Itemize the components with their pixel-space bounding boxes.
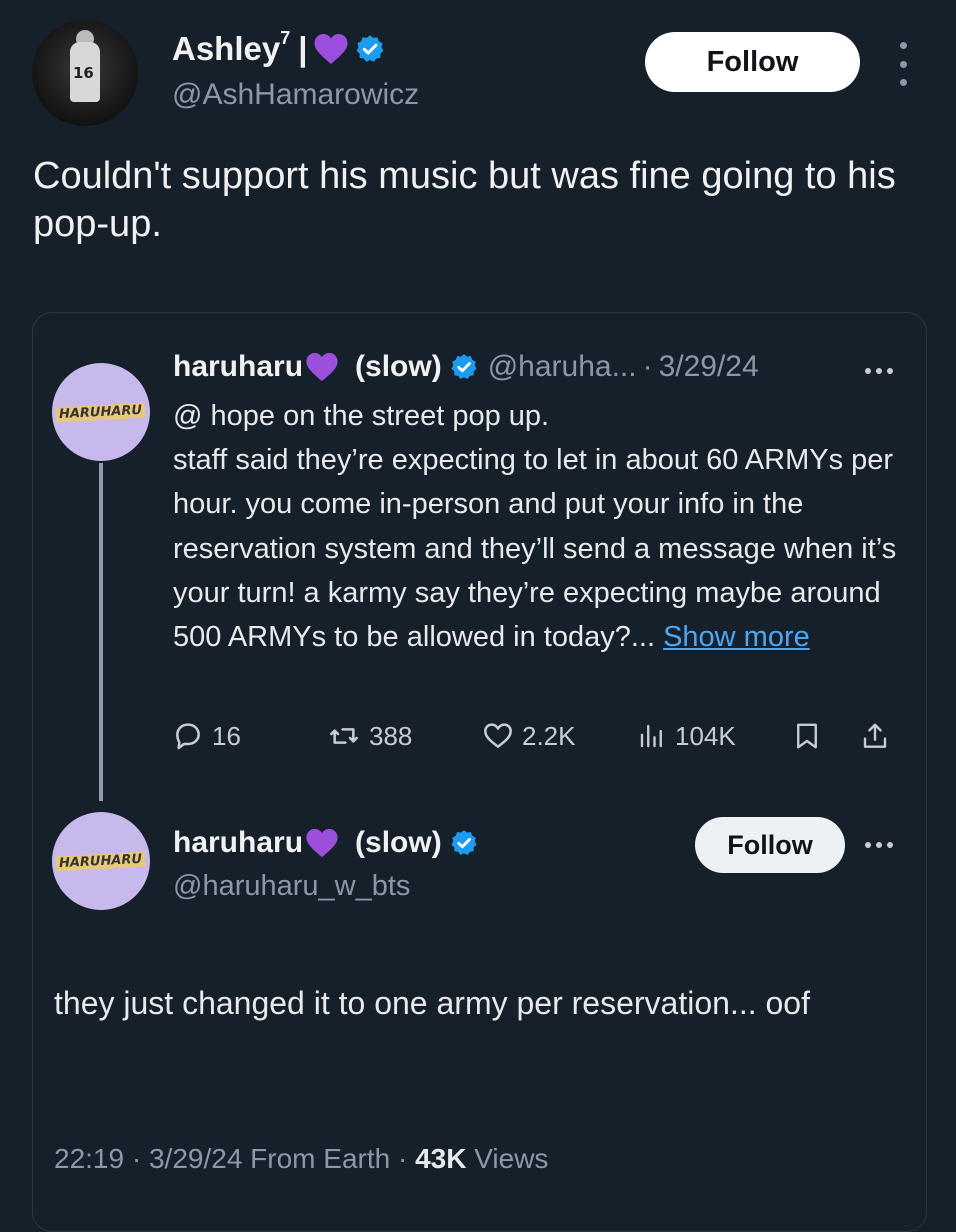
avatar-logo-text: HARUHARU <box>56 402 146 422</box>
quoted-2-name-row[interactable]: haruharu (slow) <box>173 826 478 860</box>
author-name-row[interactable]: Ashley7 | <box>172 28 385 68</box>
share-button[interactable] <box>860 716 890 756</box>
author-avatar[interactable]: 16 <box>32 20 138 126</box>
author-name: Ashley7 <box>172 28 291 67</box>
views-chart-icon <box>640 724 662 748</box>
views-count: 104K <box>675 720 736 751</box>
more-options-icon[interactable] <box>865 842 893 848</box>
tweet-time[interactable]: 22:19 <box>54 1143 124 1174</box>
bookmark-icon <box>797 723 817 749</box>
quoted-1-handle[interactable]: @haruha... <box>488 350 637 384</box>
quoted-2-name-suffix: (slow) <box>355 826 442 859</box>
quoted-1-name-suffix: (slow) <box>355 350 442 383</box>
quoted-1-action-bar: 16 388 2.2K 104K <box>172 716 902 756</box>
quoted-1-name[interactable]: haruharu <box>173 350 303 384</box>
quoted-1-body: @ hope on the street pop up. staff said … <box>173 394 903 659</box>
bookmark-button[interactable] <box>792 716 822 756</box>
tweet-source: From Earth <box>250 1143 391 1174</box>
tweet-text: Couldn't support his music but was fine … <box>33 155 896 245</box>
author-handle[interactable]: @AshHamarowicz <box>172 78 419 112</box>
reply-count: 16 <box>212 720 241 751</box>
repost-count: 388 <box>369 720 413 751</box>
share-icon <box>863 723 887 748</box>
quoted-2-name: haruharu <box>173 826 304 859</box>
repost-button[interactable]: 388 <box>327 716 412 756</box>
reply-icon <box>176 723 200 750</box>
tweet-views-label: Views <box>474 1143 549 1174</box>
verified-badge-icon <box>356 35 384 62</box>
quoted-avatar-1[interactable]: HARUHARU <box>52 363 150 461</box>
quoted-avatar-2[interactable]: HARUHARU <box>52 812 150 910</box>
quoted-2-body: they just changed it to one army per res… <box>54 985 810 1021</box>
like-button[interactable]: 2.2K <box>482 716 576 756</box>
quoted-2-handle[interactable]: @haruharu_w_bts <box>173 870 410 903</box>
thread-connector-line <box>99 463 103 801</box>
quoted-1-header: haruharu (slow) @haruha... · 3/29/24 <box>173 350 759 384</box>
dot-separator: · <box>642 350 653 383</box>
more-options-icon[interactable] <box>893 42 913 86</box>
like-count: 2.2K <box>522 720 576 751</box>
purple-heart-icon <box>314 34 348 64</box>
dot-separator: · <box>397 1143 416 1174</box>
like-icon <box>484 723 512 748</box>
purple-heart-icon <box>306 828 338 858</box>
follow-button[interactable]: Follow <box>645 32 860 92</box>
verified-badge-icon <box>451 354 477 380</box>
repost-icon <box>330 728 358 744</box>
follow-button-quoted[interactable]: Follow <box>695 817 845 873</box>
avatar-jersey-number: 16 <box>73 64 94 82</box>
quoted-1-date[interactable]: 3/29/24 <box>659 350 759 384</box>
purple-heart-icon <box>306 352 338 382</box>
reply-button[interactable]: 16 <box>172 716 241 756</box>
tweet-meta: 22:19 · 3/29/24 From Earth · 43K Views <box>54 1143 548 1175</box>
verified-badge-icon <box>451 830 477 856</box>
dot-separator: · <box>131 1143 149 1174</box>
quoted-1-text: @ hope on the street pop up. staff said … <box>173 400 897 654</box>
tweet-views-count: 43K <box>415 1143 467 1174</box>
tweet-date[interactable]: 3/29/24 <box>149 1143 242 1174</box>
avatar-logo-text: HARUHARU <box>56 851 146 871</box>
more-options-icon[interactable] <box>865 368 893 374</box>
name-separator: | <box>298 30 308 67</box>
views-button[interactable]: 104K <box>637 716 736 756</box>
show-more-link[interactable]: Show more <box>663 621 810 653</box>
